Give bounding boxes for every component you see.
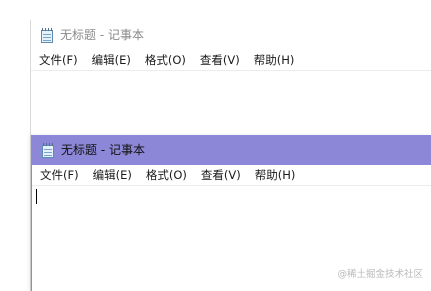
title-bar[interactable]: 无标题 - 记事本: [32, 135, 431, 165]
menu-format[interactable]: 格式(O): [143, 168, 190, 182]
menu-view[interactable]: 查看(V): [197, 53, 243, 67]
menu-view[interactable]: 查看(V): [198, 168, 244, 182]
desktop: 无标题 - 记事本 文件(F) 编辑(E) 格式(O) 查看(V) 帮助(H) …: [0, 0, 431, 291]
menu-help[interactable]: 帮助(H): [251, 53, 298, 67]
menu-help[interactable]: 帮助(H): [252, 168, 299, 182]
notepad-icon[interactable]: [41, 142, 55, 158]
window-title: 无标题 - 记事本: [60, 28, 144, 42]
menu-file[interactable]: 文件(F): [36, 53, 81, 67]
menu-format[interactable]: 格式(O): [142, 53, 189, 67]
menu-bar: 文件(F) 编辑(E) 格式(O) 查看(V) 帮助(H): [31, 50, 431, 71]
menu-bar: 文件(F) 编辑(E) 格式(O) 查看(V) 帮助(H): [32, 165, 431, 186]
menu-edit[interactable]: 编辑(E): [90, 168, 135, 182]
window-title: 无标题 - 记事本: [61, 143, 145, 157]
menu-edit[interactable]: 编辑(E): [89, 53, 134, 67]
title-bar[interactable]: 无标题 - 记事本: [31, 20, 431, 50]
notepad-icon[interactable]: [40, 27, 54, 43]
watermark: @稀土掘金技术社区: [337, 269, 423, 280]
menu-file[interactable]: 文件(F): [37, 168, 82, 182]
text-caret: [36, 189, 37, 204]
